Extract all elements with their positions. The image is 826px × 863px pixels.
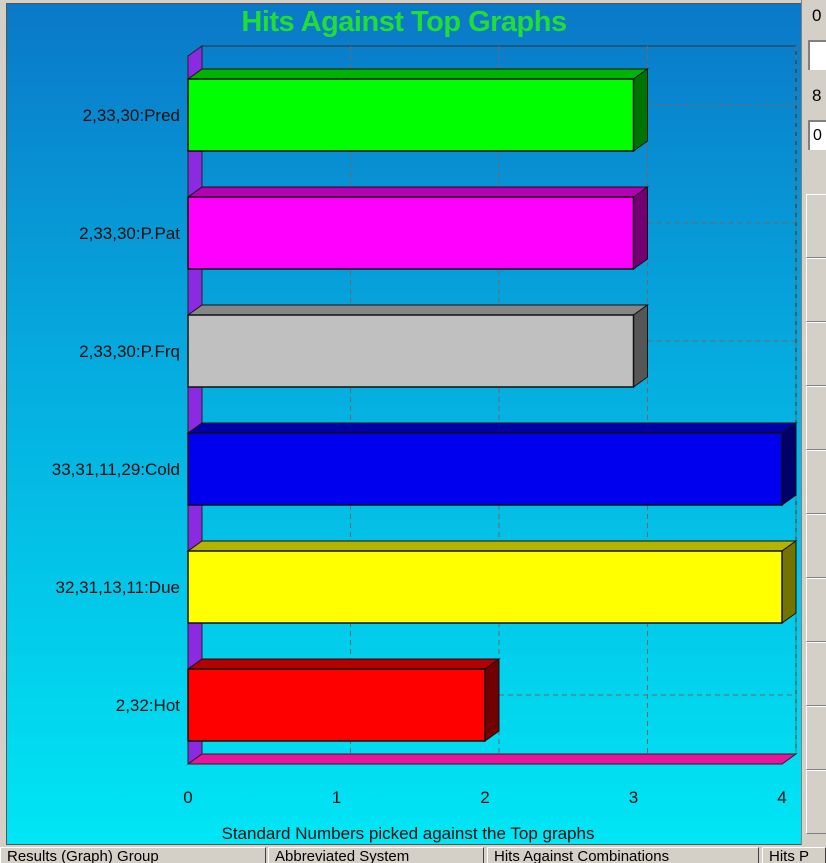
x-tick-label: 2 [480, 788, 489, 807]
side-button-10[interactable] [806, 770, 826, 834]
mid-value-label: 8 [812, 86, 822, 105]
y-tick-label: 2,33,30:P.Pat [79, 224, 180, 243]
bar [187, 668, 486, 742]
y-tick-label: 33,31,11,29:Cold [52, 460, 180, 479]
side-button-6[interactable] [806, 514, 826, 578]
tab-bar: Results (Graph) Group Abbreviated System… [0, 845, 826, 863]
bar-top-face [186, 304, 650, 316]
side-button-8[interactable] [806, 642, 826, 706]
bar-top-face [186, 540, 798, 552]
x-tick-label: 0 [183, 788, 192, 807]
side-button-5[interactable] [806, 450, 826, 514]
bar-chart: 2,33,30:Pred2,33,30:P.Pat2,33,30:P.Frq33… [52, 45, 798, 843]
bar-side-face [633, 68, 648, 152]
side-button-7[interactable] [806, 578, 826, 642]
tab-abbreviated-system[interactable]: Abbreviated System [268, 847, 484, 863]
bar-top-face [186, 658, 501, 670]
bar [187, 432, 783, 506]
bar-side-face [484, 658, 500, 742]
right-side-panel: 0 8 0 [801, 0, 826, 845]
y-tick-label: 2,33,30:Pred [83, 106, 180, 125]
y-tick-label: 32,31,13,11:Due [56, 578, 180, 597]
bar-side-face [781, 540, 797, 624]
side-button-3[interactable] [806, 322, 826, 386]
bar [187, 550, 783, 624]
side-button-2[interactable] [806, 258, 826, 322]
top-input-field[interactable] [808, 40, 826, 70]
x-tick-label: 1 [332, 788, 341, 807]
mid-input-field[interactable]: 0 [808, 120, 826, 150]
x-axis-label: Standard Numbers picked against the Top … [222, 824, 595, 843]
tab-hits-p[interactable]: Hits P [762, 847, 826, 863]
x-tick-label: 3 [629, 788, 638, 807]
bar-top-face [186, 68, 650, 80]
y-tick-label: 2,33,30:P.Frq [79, 342, 180, 361]
bar-top-face [186, 422, 798, 434]
tab-results-graph-group[interactable]: Results (Graph) Group [0, 847, 266, 863]
bar-side-face [781, 422, 797, 506]
side-button-4[interactable] [806, 386, 826, 450]
y-tick-label: 2,32:Hot [116, 696, 181, 715]
side-button-9[interactable] [806, 706, 826, 770]
tab-hits-against-combinations[interactable]: Hits Against Combinations [487, 847, 759, 863]
bar [187, 196, 635, 270]
bar [187, 314, 635, 388]
side-button-1[interactable] [806, 194, 826, 258]
chart-panel: Hits Against Top Graphs 2,33,30:Pred 2,33… [6, 3, 802, 845]
bar-top-face [186, 186, 650, 198]
top-value-label: 0 [812, 6, 822, 25]
bar-side-face [633, 186, 648, 270]
plot-floor [186, 753, 798, 765]
bar [187, 78, 635, 152]
plot-left-wall [187, 45, 203, 765]
bar-side-face [633, 304, 648, 388]
x-tick-label: 4 [777, 788, 786, 807]
